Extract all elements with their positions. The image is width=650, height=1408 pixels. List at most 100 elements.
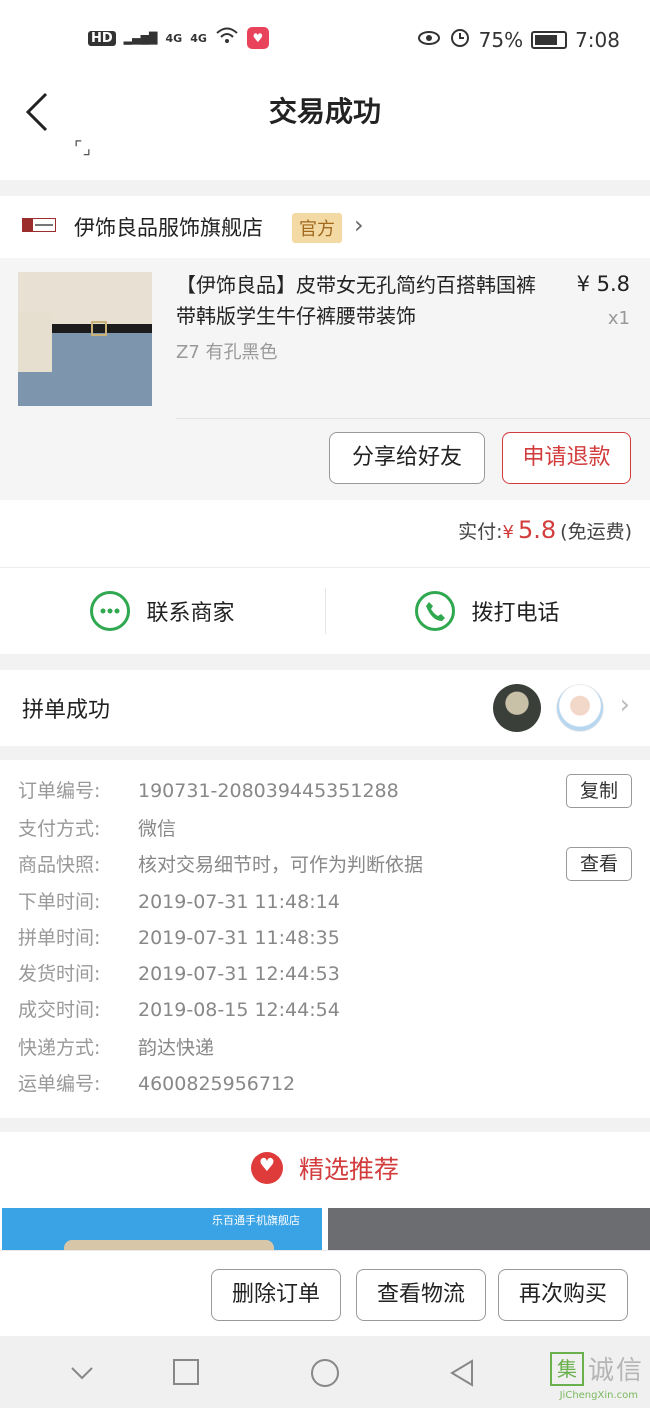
info-key: 成交时间: (18, 999, 101, 1021)
currency-symbol: ¥ (502, 522, 514, 543)
status-left: HD ▂▄▆█ 4G 4G ♥ (88, 26, 269, 50)
recommend-list: 乐百通手机旗舰店 (0, 1206, 650, 1254)
order-info-row: 运单编号: 4600825956712 (18, 1066, 295, 1102)
bottom-action-bar: 删除订单 查看物流 再次购买 (0, 1250, 650, 1336)
battery-icon (531, 30, 568, 49)
hd-indicator: HD (88, 30, 116, 46)
chevron-right-icon: › (354, 211, 364, 239)
product-spec: Z7 有孔黑色 (176, 342, 278, 363)
heart-icon (250, 1152, 283, 1184)
avatar (556, 684, 604, 732)
share-button[interactable]: 分享给好友 (329, 432, 485, 484)
recommend-title-group: 精选推荐 (0, 1150, 650, 1186)
signal-icon: ▂▄▆█ (123, 31, 158, 45)
order-info-row: 商品快照: 核对交易细节时，可作为判断依据 (18, 847, 423, 883)
info-value: 2019-08-15 12:44:54 (138, 999, 340, 1021)
view-snapshot-button[interactable]: 查看 (566, 847, 632, 881)
refund-button[interactable]: 申请退款 (502, 432, 631, 484)
recommend-item[interactable] (328, 1208, 650, 1250)
store-name: 伊饰良品服饰旗舰店 (74, 216, 263, 240)
status-right: 75% 7:08 (417, 26, 620, 53)
store-logo (22, 218, 56, 232)
chevron-down-icon[interactable] (68, 1358, 96, 1390)
order-info-row: 拼单时间: 2019-07-31 11:48:35 (18, 920, 340, 956)
app-notification-icon: ♥ (246, 27, 269, 49)
info-key: 运单编号: (18, 1073, 101, 1095)
recommend-header: 精选推荐 (0, 1132, 650, 1206)
call-phone-label: 拨打电话 (471, 601, 560, 626)
network-4g-1: 4G (165, 31, 183, 45)
recommend-item[interactable]: 乐百通手机旗舰店 (2, 1208, 322, 1254)
eye-icon (417, 28, 441, 52)
status-bar: HD ▂▄▆█ 4G 4G ♥ 75% 7:08 (0, 0, 650, 80)
goods-item[interactable]: 【伊饰良品】皮带女无孔简约百搭韩国裤带韩版学生牛仔裤腰带装饰 Z7 有孔黑色 ¥… (0, 258, 650, 500)
divider (176, 418, 650, 419)
cut-off-text: ⌜⌟ (74, 138, 91, 159)
order-info-card: 订单编号: 190731-208039445351288 复制 支付方式: 微信 商… (0, 760, 650, 1118)
official-badge: 官方 (292, 213, 342, 243)
buy-again-button[interactable]: 再次购买 (498, 1269, 628, 1321)
watermark-text: 诚信 (587, 1356, 644, 1386)
system-nav-bar: 集 诚信 JiChengXin.com (0, 1336, 650, 1408)
shipping-note: (免运费) (560, 521, 632, 543)
group-status-label: 拼单成功 (22, 698, 111, 723)
payment-amount: 5.8 (518, 516, 557, 544)
info-key: 订单编号: (18, 780, 101, 802)
order-info-row: 支付方式: 微信 (18, 811, 176, 847)
phone-icon (415, 591, 456, 631)
back-triangle-icon[interactable] (448, 1358, 476, 1392)
contact-merchant-button[interactable]: 联系商家 (0, 568, 325, 654)
avatar (493, 684, 541, 732)
info-value: 190731-208039445351288 (138, 780, 399, 802)
chat-icon (90, 591, 131, 631)
order-info-row: 发货时间: 2019-07-31 12:44:53 (18, 956, 340, 992)
info-key: 快递方式: (18, 1037, 101, 1059)
contact-merchant-label: 联系商家 (146, 601, 235, 626)
recent-apps-icon[interactable] (172, 1358, 200, 1390)
recommend-title: 精选推荐 (298, 1155, 399, 1184)
payment-row: 实付: ¥ 5.8 (免运费) (0, 500, 650, 568)
copy-button[interactable]: 复制 (566, 774, 632, 808)
info-value: 2019-07-31 11:48:14 (138, 891, 340, 913)
contact-row: 联系商家 拨打电话 (0, 568, 650, 654)
info-value: 2019-07-31 11:48:35 (138, 927, 340, 949)
network-4g-2: 4G (190, 31, 207, 45)
watermark-subtext: JiChengXin.com (559, 1390, 638, 1401)
info-key: 下单时间: (18, 891, 101, 913)
info-value: 2019-07-31 12:44:53 (138, 963, 340, 985)
info-key: 发货时间: (18, 963, 101, 985)
product-price: ¥ 5.8 (576, 272, 630, 296)
store-card: 伊饰良品服饰旗舰店 官方 › 【伊饰良品】皮带女无孔简约百搭韩国裤带韩版学生牛仔… (0, 196, 650, 500)
product-title: 【伊饰良品】皮带女无孔简约百搭韩国裤带韩版学生牛仔裤腰带装饰 (176, 273, 536, 328)
clock: 7:08 (575, 27, 620, 52)
home-icon[interactable] (310, 1358, 340, 1392)
info-key: 商品快照: (18, 854, 101, 876)
delete-order-button[interactable]: 删除订单 (211, 1269, 341, 1321)
info-value: 核对交易细节时，可作为判断依据 (138, 854, 424, 876)
page-title: 交易成功 (268, 95, 381, 128)
order-info-row: 成交时间: 2019-08-15 12:44:54 (18, 992, 340, 1028)
chevron-right-icon: › (619, 690, 630, 720)
nav-bar: 交易成功 ⌜⌟ (0, 80, 650, 180)
view-logistics-button[interactable]: 查看物流 (356, 1269, 486, 1321)
call-phone-button[interactable]: 拨打电话 (325, 568, 650, 654)
info-key: 支付方式: (18, 818, 101, 840)
battery-percent: 75% (478, 27, 524, 52)
order-info-row: 订单编号: 190731-208039445351288 (18, 773, 399, 809)
watermark-box: 集 (549, 1351, 584, 1386)
info-value: 韵达快递 (138, 1037, 215, 1059)
payment-label: 实付: (458, 521, 503, 543)
payment-summary: 实付: ¥ 5.8 (免运费) (458, 516, 632, 544)
group-buy-row[interactable]: 拼单成功 › (0, 670, 650, 746)
order-info-row: 快递方式: 韵达快递 (18, 1030, 214, 1066)
store-row[interactable]: 伊饰良品服饰旗舰店 官方 › (0, 196, 650, 258)
watermark-logo: 集 诚信 (549, 1350, 644, 1387)
product-image (18, 272, 152, 406)
wifi-icon (215, 26, 239, 50)
product-quantity: x1 (607, 308, 630, 329)
info-key: 拼单时间: (18, 927, 101, 949)
info-value: 4600825956712 (138, 1073, 296, 1095)
alarm-icon (449, 26, 471, 53)
info-value: 微信 (138, 818, 177, 840)
order-info-row: 下单时间: 2019-07-31 11:48:14 (18, 884, 340, 920)
